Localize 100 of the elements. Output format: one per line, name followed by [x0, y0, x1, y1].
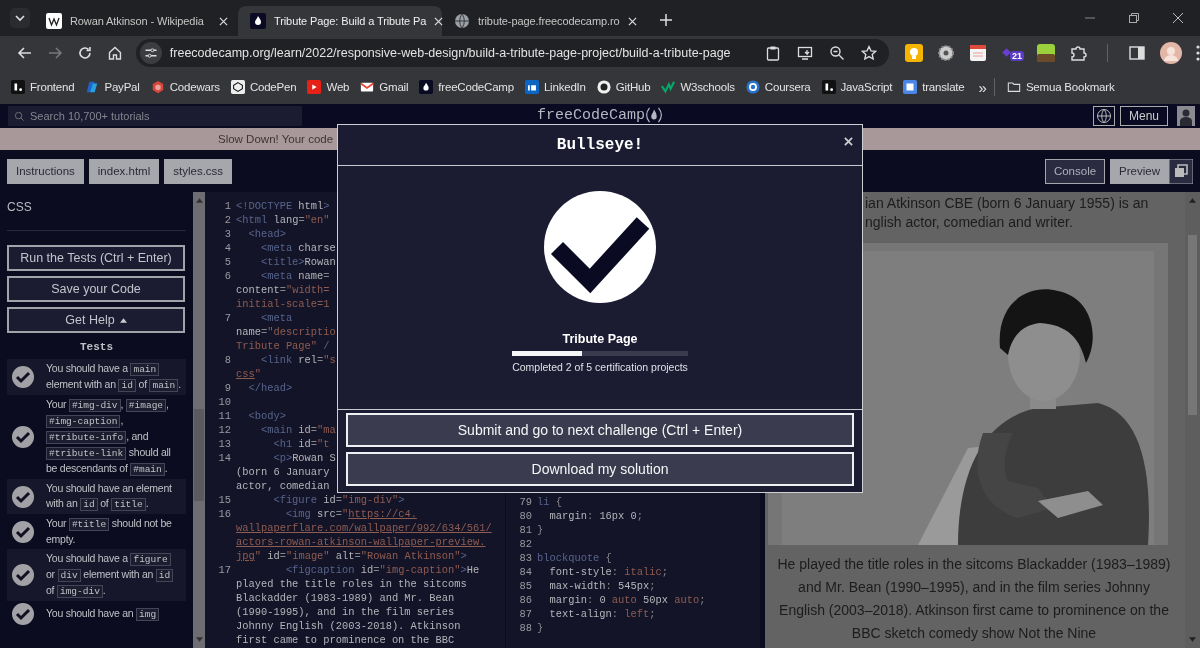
- reload-icon[interactable]: [76, 45, 93, 61]
- close-icon[interactable]: [1172, 12, 1184, 24]
- code-line: initial-scale=1: [236, 297, 330, 311]
- code-line: <img src="https://c4.: [284, 507, 417, 521]
- zoom-out-icon[interactable]: [828, 45, 845, 61]
- more-icon[interactable]: [1195, 45, 1200, 61]
- scroll-up-icon[interactable]: [195, 198, 203, 203]
- line-number: 79: [518, 495, 533, 509]
- bookmark[interactable]: Codewars: [145, 76, 225, 98]
- home-icon[interactable]: [106, 45, 123, 61]
- clipboard-icon[interactable]: [764, 45, 781, 61]
- line-number: 80: [518, 509, 533, 523]
- dialog-button[interactable]: Submit and go to next challenge (Ctrl + Enter): [346, 413, 854, 447]
- bookmark[interactable]: GitHub: [591, 76, 656, 98]
- calendar-icon[interactable]: [968, 44, 987, 62]
- bookmark[interactable]: JavaScript: [816, 76, 898, 98]
- code-line: (born 6 January: [236, 465, 330, 479]
- more-bookmarks-button[interactable]: »: [978, 78, 987, 96]
- line-number: 2: [223, 213, 232, 227]
- browser-tab[interactable]: tribute-page.freecodecamp.ro: [442, 6, 646, 36]
- plant-icon[interactable]: [1036, 44, 1055, 62]
- folder-icon: [1006, 80, 1021, 94]
- bookmark[interactable]: Web: [302, 76, 355, 98]
- pane-tab[interactable]: Console: [1044, 158, 1106, 184]
- address-bar[interactable]: freecodecamp.org/learn/2022/responsive-web-design/build-a-tribute-page-project/build-a-tribute-page: [135, 39, 889, 67]
- ring-icon: [745, 80, 760, 94]
- bookmark[interactable]: CodePen: [225, 76, 302, 98]
- browser-tab[interactable]: Tribute Page: Build a Tribute Pa: [238, 6, 442, 36]
- restore-icon[interactable]: [1128, 12, 1140, 24]
- code-line: margin: 0 auto 50px auto;: [548, 593, 706, 607]
- close-icon[interactable]: [844, 137, 853, 146]
- line-number: 14: [217, 451, 232, 465]
- bookmark-label: W3schools: [680, 81, 735, 93]
- bookmark[interactable]: PayPal: [80, 76, 145, 98]
- pane-tab[interactable]: styles.css: [164, 158, 233, 184]
- bookmark[interactable]: Gmail: [355, 76, 414, 98]
- avatar-icon[interactable]: [1177, 106, 1195, 126]
- bookmark[interactable]: Coursera: [740, 76, 816, 98]
- tune-icon[interactable]: [139, 42, 162, 64]
- close-icon[interactable]: [434, 16, 444, 26]
- scroll-down-icon[interactable]: [195, 637, 203, 642]
- menu-button[interactable]: Menu: [1119, 106, 1168, 126]
- scrollbar-thumb[interactable]: [194, 409, 204, 501]
- scrollbar-thumb[interactable]: [1188, 235, 1197, 415]
- code-line: actors-rowan-atkinson-wallpaper-preview.: [236, 535, 486, 549]
- star-icon[interactable]: [860, 45, 877, 61]
- bookmark-label: CodePen: [249, 81, 297, 93]
- code-line: li {: [537, 495, 562, 509]
- avatar-icon[interactable]: [1159, 42, 1182, 64]
- bookmark-label: Gmail: [379, 81, 409, 93]
- dialog-button[interactable]: Download my solution: [346, 452, 854, 486]
- bulb-icon[interactable]: [904, 44, 923, 62]
- code-line: <head>: [247, 227, 286, 241]
- line-number: 85: [518, 579, 533, 593]
- progress-text: Completed 2 of 5 certification projects: [512, 361, 688, 373]
- browser-tab[interactable]: Rowan Atkinson - Wikipedia: [34, 6, 238, 36]
- code-line: <p>Rowan S: [272, 451, 336, 465]
- code-line: <title>Rowan: [259, 255, 336, 269]
- line-number: 82: [518, 537, 533, 551]
- globe-icon[interactable]: [1092, 106, 1115, 126]
- bookmark[interactable]: LinkedIn: [519, 76, 591, 98]
- scroll-up-icon[interactable]: [1189, 198, 1196, 203]
- envelope-icon: [360, 80, 375, 94]
- site-logo[interactable]: freeCodeCamp: [537, 106, 646, 124]
- back-icon[interactable]: [17, 45, 33, 61]
- action-button[interactable]: Run the Tests (Ctrl + Enter): [7, 245, 185, 271]
- scroll-down-icon[interactable]: [1189, 637, 1196, 642]
- pane-tab[interactable]: Preview: [1110, 158, 1169, 184]
- scrollbar[interactable]: [193, 192, 205, 648]
- bookmark-label: translate: [922, 81, 965, 93]
- code-line: <meta charse: [259, 241, 336, 255]
- parallelogram-icon: [85, 80, 100, 94]
- search-field[interactable]: Search 10,700+ tutorials: [8, 106, 302, 126]
- side-panel-icon[interactable]: [1127, 44, 1146, 62]
- bookmark-folder[interactable]: Semua Bookmark: [1001, 76, 1120, 98]
- action-button[interactable]: Get Help: [7, 307, 185, 333]
- puzzle-icon[interactable]: [1068, 44, 1087, 62]
- bookmark[interactable]: translate: [898, 76, 970, 98]
- bookmark[interactable]: Frontend: [6, 76, 80, 98]
- gear-icon[interactable]: [936, 44, 955, 62]
- popout-icon[interactable]: [1169, 158, 1193, 184]
- line-number: 12: [217, 423, 232, 437]
- tab-title: tribute-page.freecodecamp.ro: [478, 15, 620, 27]
- tab-list-icon[interactable]: [10, 8, 30, 28]
- close-icon[interactable]: [627, 16, 637, 26]
- action-button[interactable]: Save your Code: [7, 276, 185, 302]
- project-title: Tribute Page: [562, 332, 638, 346]
- bookmark[interactable]: freeCodeCamp: [414, 76, 519, 98]
- install-icon[interactable]: [796, 45, 813, 61]
- bookmark[interactable]: W3schools: [656, 76, 740, 98]
- pane-tab[interactable]: Instructions: [7, 158, 84, 184]
- pane-tab[interactable]: index.html: [88, 158, 160, 184]
- globe-icon: [454, 13, 470, 29]
- new-tab-icon[interactable]: [660, 14, 672, 26]
- code-line: <body>: [247, 409, 286, 423]
- scrollbar[interactable]: [1185, 192, 1200, 648]
- test-description: Your #title should not be empty.: [46, 516, 173, 547]
- line-number: 1: [223, 199, 232, 213]
- code-line: <figure id="img-div">: [272, 493, 405, 507]
- close-icon[interactable]: [219, 16, 228, 26]
